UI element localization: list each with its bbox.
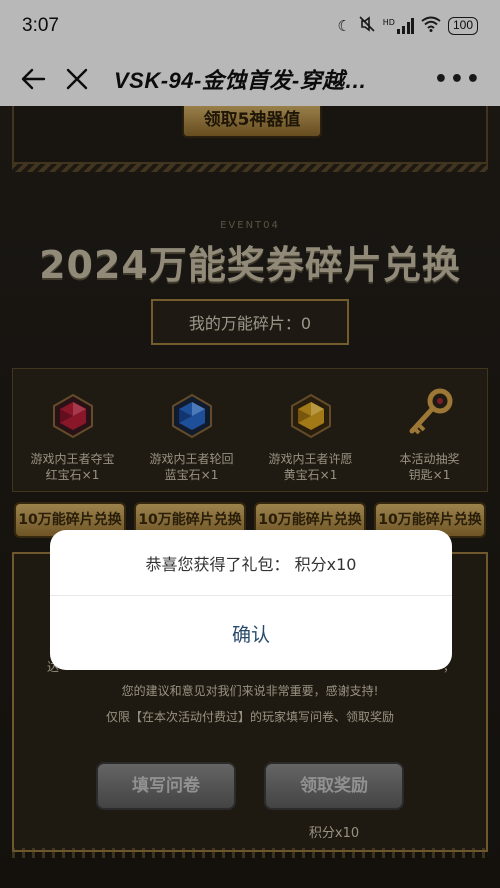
dialog-message: 恭喜您获得了礼包： 积分x10: [50, 530, 452, 596]
reward-dialog: 恭喜您获得了礼包： 积分x10 确认: [50, 530, 452, 670]
modal-overlay[interactable]: [0, 0, 500, 888]
confirm-button[interactable]: 确认: [50, 596, 452, 670]
